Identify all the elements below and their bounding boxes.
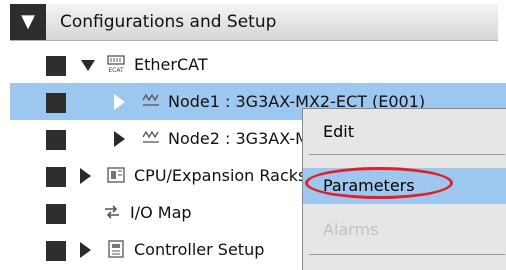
- highlight-ring: [305, 167, 453, 199]
- menu-item-alarms: Alarms: [323, 220, 379, 239]
- tree-item-label: CPU/Expansion Racks: [134, 166, 307, 185]
- inverter-icon: [142, 93, 159, 106]
- header-title: Configurations and Setup: [60, 12, 277, 32]
- io-map-icon: [105, 205, 119, 219]
- expand-right-icon[interactable]: [80, 168, 91, 184]
- tree-item-label: I/O Map: [130, 203, 192, 222]
- config-setup-header[interactable]: ▼ Configurations and Setup: [10, 4, 498, 41]
- ethercat-icon: ECAT: [107, 55, 125, 74]
- status-square-icon: [46, 93, 66, 113]
- tree-item-ethercat[interactable]: ECAT EtherCAT: [10, 46, 506, 83]
- svg-text:ECAT: ECAT: [108, 67, 124, 74]
- cpu-rack-icon: [107, 167, 125, 183]
- menu-item-edit[interactable]: Edit: [303, 114, 506, 150]
- menu-separator: [309, 154, 505, 155]
- controller-setup-icon: [108, 240, 124, 258]
- menu-separator: [309, 254, 505, 255]
- tree-item-label: Controller Setup: [134, 240, 265, 259]
- multiview-explorer: ▼ Configurations and Setup ECAT EtherCAT…: [0, 0, 506, 270]
- expand-right-icon[interactable]: [114, 131, 125, 147]
- status-square-icon: [46, 204, 66, 224]
- status-square-icon: [46, 56, 66, 76]
- collapse-toggle-icon[interactable]: ▼: [10, 4, 46, 40]
- status-square-icon: [46, 167, 66, 187]
- tree-item-label: EtherCAT: [134, 55, 208, 74]
- expand-right-icon[interactable]: [114, 94, 125, 110]
- status-square-icon: [46, 130, 66, 150]
- inverter-icon: [142, 130, 159, 143]
- expand-down-icon[interactable]: [81, 60, 95, 71]
- expand-right-icon[interactable]: [80, 242, 91, 258]
- status-square-icon: [46, 241, 66, 261]
